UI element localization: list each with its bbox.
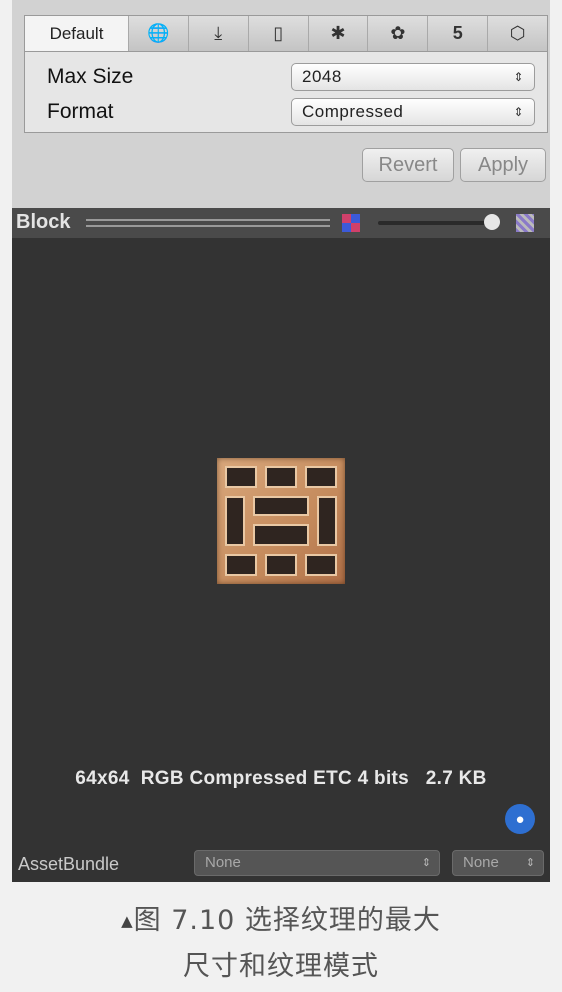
- max-size-label: Max Size: [47, 65, 134, 88]
- format-select[interactable]: Compressed ⇕: [291, 98, 535, 126]
- apply-button[interactable]: Apply: [460, 148, 546, 182]
- texture-detail: [265, 466, 297, 488]
- asset-bundle-name-value: None: [205, 854, 241, 871]
- format-label: Format: [47, 100, 114, 123]
- tab-android[interactable]: ✱: [308, 16, 369, 51]
- select-arrows-icon: ⇕: [513, 70, 524, 84]
- android-icon: ✱: [330, 23, 346, 43]
- tab-ios[interactable]: ▯: [248, 16, 309, 51]
- preview-title: Block: [16, 211, 71, 233]
- revert-button[interactable]: Revert: [362, 148, 454, 182]
- globe-icon: 🌐: [147, 23, 170, 43]
- texture-detail: [253, 524, 309, 546]
- select-arrows-icon: ⇕: [513, 105, 524, 119]
- tab-webgl[interactable]: 5: [428, 16, 489, 51]
- alpha-channel-icon[interactable]: [516, 214, 534, 232]
- asset-bundle-variant-select[interactable]: None ⇕: [452, 850, 544, 876]
- texture-detail: [253, 496, 309, 516]
- preview-header: Block: [12, 208, 550, 238]
- caption-text: 图 7.10 选择纹理的最大: [133, 905, 441, 936]
- asset-bundle-variant-value: None: [463, 854, 499, 871]
- unity-icon: ⬡: [509, 23, 526, 43]
- label-tag-icon[interactable]: ●: [505, 804, 535, 834]
- mip-level-slider[interactable]: [378, 221, 492, 225]
- texture-thumbnail: [217, 458, 345, 584]
- asset-bundle-label: AssetBundle: [18, 854, 120, 874]
- phone-icon: ▯: [273, 23, 284, 43]
- platform-settings: Max Size 2048 ⇕ Format Compressed ⇕: [24, 51, 548, 133]
- texture-detail: [225, 466, 257, 488]
- triangle-icon: ▲: [121, 912, 134, 930]
- html5-icon: 5: [452, 23, 463, 43]
- tab-blackberry[interactable]: ✿: [368, 16, 429, 51]
- texture-preview: 64x64 RGB Compressed ETC 4 bits 2.7 KB ●…: [12, 238, 550, 882]
- texture-info: 64x64 RGB Compressed ETC 4 bits 2.7 KB: [75, 768, 487, 789]
- tab-unity[interactable]: ⬡: [488, 16, 548, 51]
- platform-tab-bar: Default 🌐 ⤓ ▯ ✱ ✿ 5 ⬡: [24, 15, 548, 51]
- max-size-select[interactable]: 2048 ⇕: [291, 63, 535, 91]
- rgb-channel-icon[interactable]: [342, 214, 360, 232]
- texture-detail: [265, 554, 297, 576]
- asset-bundle-name-select[interactable]: None ⇕: [194, 850, 440, 876]
- tab-default[interactable]: Default: [25, 16, 129, 51]
- texture-detail: [225, 554, 257, 576]
- mip-slider-knob[interactable]: [484, 214, 500, 230]
- max-size-value: 2048: [302, 67, 342, 86]
- texture-detail: [225, 496, 245, 546]
- blackberry-icon: ✿: [390, 23, 406, 43]
- select-arrows-icon: ⇕: [525, 857, 535, 869]
- download-icon: ⤓: [214, 23, 223, 43]
- tab-web[interactable]: 🌐: [129, 16, 189, 51]
- tab-standalone[interactable]: ⤓: [188, 16, 249, 51]
- texture-detail: [317, 496, 337, 546]
- select-arrows-icon: ⇕: [421, 857, 431, 869]
- format-value: Compressed: [302, 102, 404, 121]
- figure-caption-line2: 尺寸和纹理模式: [183, 951, 379, 982]
- texture-detail: [305, 466, 337, 488]
- figure-caption-line1: ▲图 7.10 选择纹理的最大: [0, 898, 562, 937]
- texture-detail: [305, 554, 337, 576]
- resize-handle[interactable]: [86, 219, 330, 227]
